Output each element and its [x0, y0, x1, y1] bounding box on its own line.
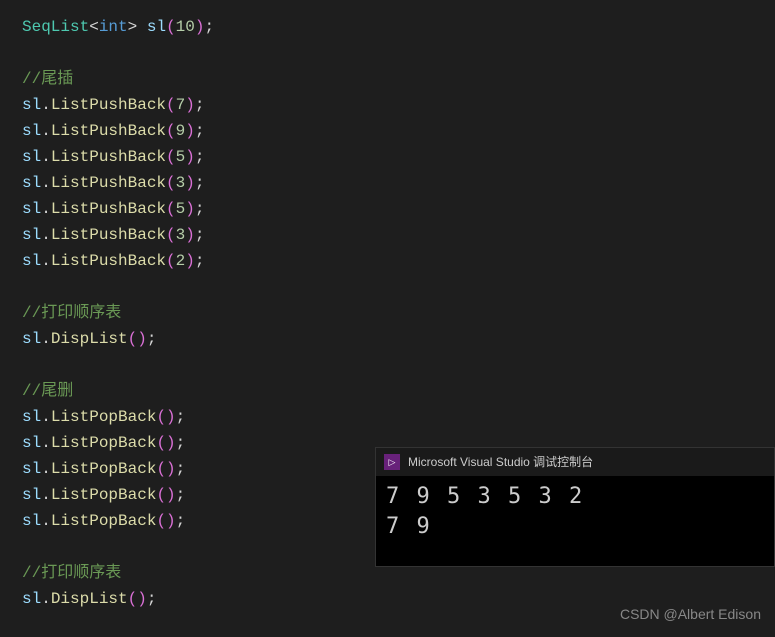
comment: //尾删: [22, 382, 73, 400]
output-line: 7 9 5 3 5 3 2: [386, 482, 764, 512]
method-call: DispList: [51, 330, 128, 348]
console-title: Microsoft Visual Studio 调试控制台: [408, 449, 593, 475]
console-output: 7 9 5 3 5 3 2 7 9: [376, 476, 774, 548]
watermark-text: CSDN @Albert Edison: [620, 601, 761, 627]
comment: //打印顺序表: [22, 304, 121, 322]
method-call: DispList: [51, 590, 128, 608]
comment: //尾插: [22, 70, 73, 88]
comment: //打印顺序表: [22, 564, 121, 582]
number-literal: 10: [176, 18, 195, 36]
vs-icon: ▷: [384, 454, 400, 470]
console-titlebar[interactable]: ▷ Microsoft Visual Studio 调试控制台: [376, 448, 774, 476]
type-name: SeqList: [22, 18, 89, 36]
template-type: int: [99, 18, 128, 36]
push-block: sl.ListPushBack(7); sl.ListPushBack(9); …: [22, 92, 753, 274]
console-window[interactable]: ▷ Microsoft Visual Studio 调试控制台 7 9 5 3 …: [375, 447, 775, 567]
variable: sl: [147, 18, 166, 36]
output-line: 7 9: [386, 512, 764, 542]
